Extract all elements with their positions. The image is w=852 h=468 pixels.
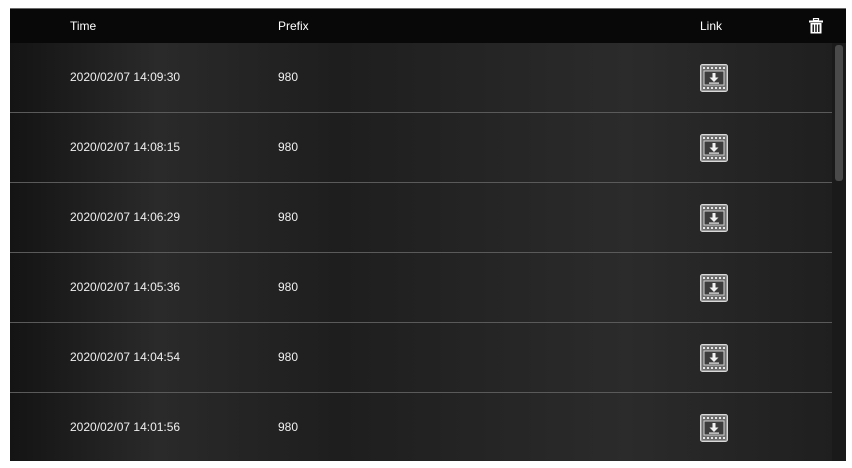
video-download-icon[interactable] — [700, 344, 728, 372]
row-prefix: 980 — [278, 70, 299, 84]
video-download-icon[interactable] — [700, 64, 728, 92]
table-row: 2020/02/07 14:06:29 980 — [10, 183, 832, 253]
row-prefix: 980 — [278, 280, 299, 294]
prefix-column-header[interactable]: Prefix — [278, 9, 309, 43]
row-time: 2020/02/07 14:09:30 — [70, 70, 181, 84]
trash-icon[interactable] — [808, 17, 824, 34]
table-row: 2020/02/07 14:09:30 980 — [10, 43, 832, 113]
recordings-table-body: 2020/02/07 14:09:30 980 2020/02/07 14:08… — [10, 43, 832, 461]
row-time: 2020/02/07 14:04:54 — [70, 350, 181, 364]
table-row: 2020/02/07 14:05:36 980 — [10, 253, 832, 323]
table-row: 2020/02/07 14:08:15 980 — [10, 113, 832, 183]
video-download-icon[interactable] — [700, 414, 728, 442]
table-header: Time Prefix Link — [10, 9, 846, 43]
row-time: 2020/02/07 14:05:36 — [70, 280, 181, 294]
table-row: 2020/02/07 14:04:54 980 — [10, 323, 832, 393]
row-time: 2020/02/07 14:01:56 — [70, 420, 181, 434]
table-row: 2020/02/07 14:01:56 980 — [10, 393, 832, 461]
link-column-header: Link — [700, 19, 723, 33]
row-prefix: 980 — [278, 350, 299, 364]
video-download-icon[interactable] — [700, 134, 728, 162]
time-column-header[interactable]: Time — [70, 9, 96, 43]
recordings-panel: Time Prefix Link 2020/02/07 14:09:30 980 — [10, 8, 846, 461]
row-time: 2020/02/07 14:06:29 — [70, 210, 181, 224]
row-prefix: 980 — [278, 210, 299, 224]
video-download-icon[interactable] — [700, 274, 728, 302]
vertical-scrollbar[interactable] — [832, 43, 846, 461]
row-prefix: 980 — [278, 140, 299, 154]
scrollbar-thumb[interactable] — [835, 45, 843, 181]
row-prefix: 980 — [278, 420, 299, 434]
video-download-icon[interactable] — [700, 204, 728, 232]
row-time: 2020/02/07 14:08:15 — [70, 140, 181, 154]
